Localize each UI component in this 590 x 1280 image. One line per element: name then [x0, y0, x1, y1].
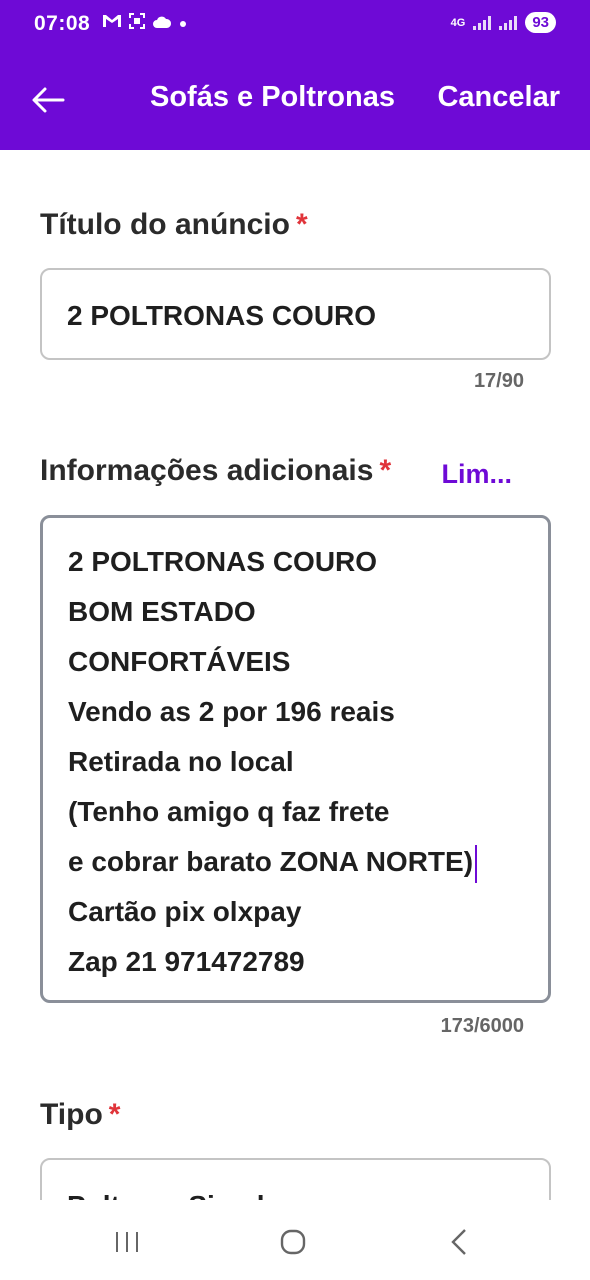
- chevron-left-icon: [451, 1229, 466, 1255]
- title-field-label: Título do anúncio *: [40, 208, 308, 242]
- app-bar: Sofás e Poltronas Cancelar: [0, 52, 590, 150]
- back-button[interactable]: [26, 78, 70, 122]
- scroll-clip: Poltrona Simples: [0, 1150, 590, 1200]
- arrow-left-icon: [32, 87, 65, 113]
- network-type-icon: 4G: [450, 16, 466, 29]
- title-input[interactable]: 2 POLTRONAS COURO: [40, 268, 551, 360]
- text-line: 2 POLTRONAS COURO: [68, 546, 378, 577]
- info-char-counter: 173/6000: [440, 1015, 524, 1037]
- battery-indicator: 93: [525, 12, 556, 33]
- required-mark: *: [295, 208, 308, 241]
- notification-icons: [102, 12, 188, 36]
- system-icons: 4G 93: [451, 12, 556, 33]
- type-select-value: Poltrona Simples: [67, 1190, 296, 1200]
- info-textarea-content: 2 POLTRONAS COURO BOM ESTADO CONFORTÁVEI…: [68, 544, 478, 994]
- home-icon: [280, 1229, 306, 1255]
- text-line: Vendo as 2 por 196 reais: [68, 696, 395, 727]
- text-line: BOM ESTADO: [68, 596, 256, 627]
- required-mark: *: [108, 1098, 121, 1131]
- recent-apps-icon: [116, 1232, 138, 1252]
- status-bar: 07:08 4G 93: [0, 0, 590, 52]
- title-label-text: Título do anúncio: [40, 208, 290, 241]
- text-line: CONFORTÁVEIS: [68, 646, 291, 677]
- back-nav-button[interactable]: [434, 1222, 484, 1262]
- text-caret: [475, 844, 478, 883]
- cloud-icon: [152, 13, 172, 35]
- title-input-value: 2 POLTRONAS COURO: [67, 300, 377, 331]
- status-time: 07:08: [34, 12, 91, 35]
- text-line: Zap 21 971472789: [68, 946, 305, 977]
- type-select[interactable]: Poltrona Simples: [40, 1158, 551, 1200]
- home-button[interactable]: [268, 1222, 318, 1262]
- signal-icon-2: [499, 15, 518, 30]
- info-field-label: Informações adicionais *: [40, 454, 391, 488]
- text-line: Cartão pix olxpay: [68, 896, 302, 927]
- cancel-button[interactable]: Cancelar: [437, 81, 560, 114]
- clear-link[interactable]: Lim...: [441, 459, 512, 490]
- text-line: e cobrar barato ZONA NORTE): [68, 846, 474, 877]
- screenshot-icon: [128, 12, 146, 36]
- recent-apps-button[interactable]: [102, 1222, 152, 1262]
- type-label-text: Tipo: [40, 1098, 103, 1131]
- info-textarea[interactable]: 2 POLTRONAS COURO BOM ESTADO CONFORTÁVEI…: [40, 515, 551, 1003]
- signal-icon: [473, 15, 492, 30]
- title-char-counter: 17/90: [473, 370, 524, 392]
- info-label-text: Informações adicionais: [40, 454, 374, 487]
- system-nav-bar: [0, 1200, 590, 1280]
- gmail-icon: [102, 13, 122, 35]
- type-field-label: Tipo *: [40, 1098, 120, 1132]
- text-line: (Tenho amigo q faz frete: [68, 796, 390, 827]
- required-mark: *: [379, 454, 392, 487]
- dot-icon: [178, 13, 188, 35]
- text-line: Retirada no local: [68, 746, 294, 777]
- page-title: Sofás e Poltronas: [150, 81, 395, 113]
- text-line-with-caret: e cobrar barato ZONA NORTE): [68, 844, 478, 894]
